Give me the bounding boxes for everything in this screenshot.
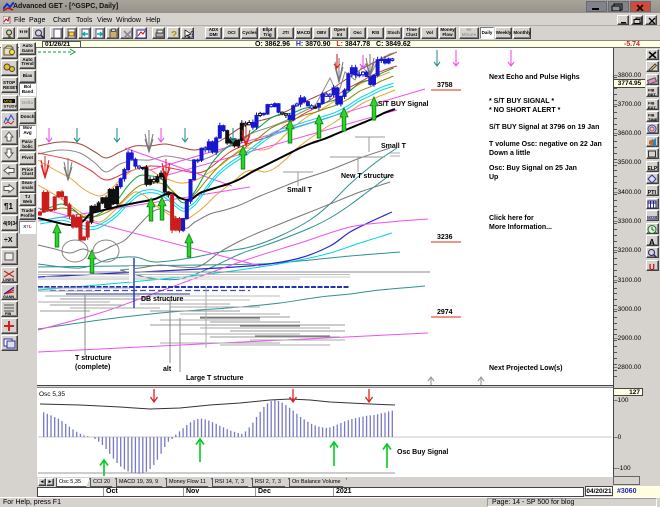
svg-text:Osc Buy Signal: Osc Buy Signal bbox=[397, 449, 448, 456]
svg-text:3236: 3236 bbox=[437, 234, 453, 241]
svg-text:¶1: ¶1 bbox=[4, 202, 13, 211]
svg-text:Osc: Buy Signal on 25 Jan: Osc: Buy Signal on 25 Jan bbox=[489, 165, 577, 172]
svg-text:ELPS: ELPS bbox=[648, 166, 659, 172]
svg-text:U: U bbox=[649, 263, 655, 271]
svg-text:””: ”” bbox=[19, 29, 28, 39]
svg-text:4|9|34: 4|9|34 bbox=[3, 221, 17, 227]
svg-text:alt: alt bbox=[163, 366, 172, 373]
svg-text:MOB: MOB bbox=[647, 215, 658, 220]
svg-text:?: ? bbox=[190, 30, 194, 39]
svg-text:S/T BUY Signal at 3796 on 19 J: S/T BUY Signal at 3796 on 19 Jan bbox=[489, 124, 599, 131]
svg-text:3758: 3758 bbox=[437, 82, 453, 89]
svg-text:* S/T BUY SIGNAL *: * S/T BUY SIGNAL * bbox=[489, 98, 554, 105]
svg-text:DB structure: DB structure bbox=[141, 296, 184, 303]
svg-text:Next Echo and Pulse Highs: Next Echo and Pulse Highs bbox=[489, 74, 580, 81]
svg-text:T structure: T structure bbox=[75, 355, 112, 362]
svg-text:Small T: Small T bbox=[381, 143, 407, 150]
svg-text:Large T structure: Large T structure bbox=[186, 375, 244, 382]
svg-text:* NO SHORT ALERT *: * NO SHORT ALERT * bbox=[489, 107, 561, 114]
svg-text:TIME: TIME bbox=[648, 117, 658, 122]
svg-text:FIB: FIB bbox=[5, 312, 11, 316]
svg-text:Osc 5,35: Osc 5,35 bbox=[39, 391, 65, 398]
svg-text:RESET: RESET bbox=[3, 85, 17, 90]
svg-text:STUDY: STUDY bbox=[4, 104, 18, 109]
svg-text:GANN: GANN bbox=[3, 295, 14, 299]
svg-text:More Information...: More Information... bbox=[489, 224, 552, 231]
svg-text:?: ? bbox=[171, 30, 177, 39]
svg-text:New T structure: New T structure bbox=[341, 173, 394, 180]
svg-text:A: A bbox=[649, 238, 655, 246]
svg-text:S/T BUY Signal: S/T BUY Signal bbox=[378, 101, 428, 108]
svg-text:Click here for: Click here for bbox=[489, 215, 534, 222]
svg-text:Up: Up bbox=[489, 174, 498, 181]
svg-text:T volume Osc: negative on 22 J: T volume Osc: negative on 22 Jan bbox=[489, 141, 602, 148]
svg-text:LINES: LINES bbox=[3, 278, 15, 282]
svg-text:2974: 2974 bbox=[437, 309, 453, 316]
svg-text:PTI: PTI bbox=[648, 190, 657, 196]
svg-text:Next Projected Low(s): Next Projected Low(s) bbox=[489, 365, 563, 372]
svg-text:EXT: EXT bbox=[648, 105, 656, 110]
svg-text:RET: RET bbox=[648, 92, 657, 97]
svg-text:Down a little: Down a little bbox=[489, 150, 530, 157]
svg-text:(complete): (complete) bbox=[75, 364, 110, 371]
svg-text:Small T: Small T bbox=[287, 187, 313, 194]
svg-text:÷X: ÷X bbox=[4, 237, 13, 244]
